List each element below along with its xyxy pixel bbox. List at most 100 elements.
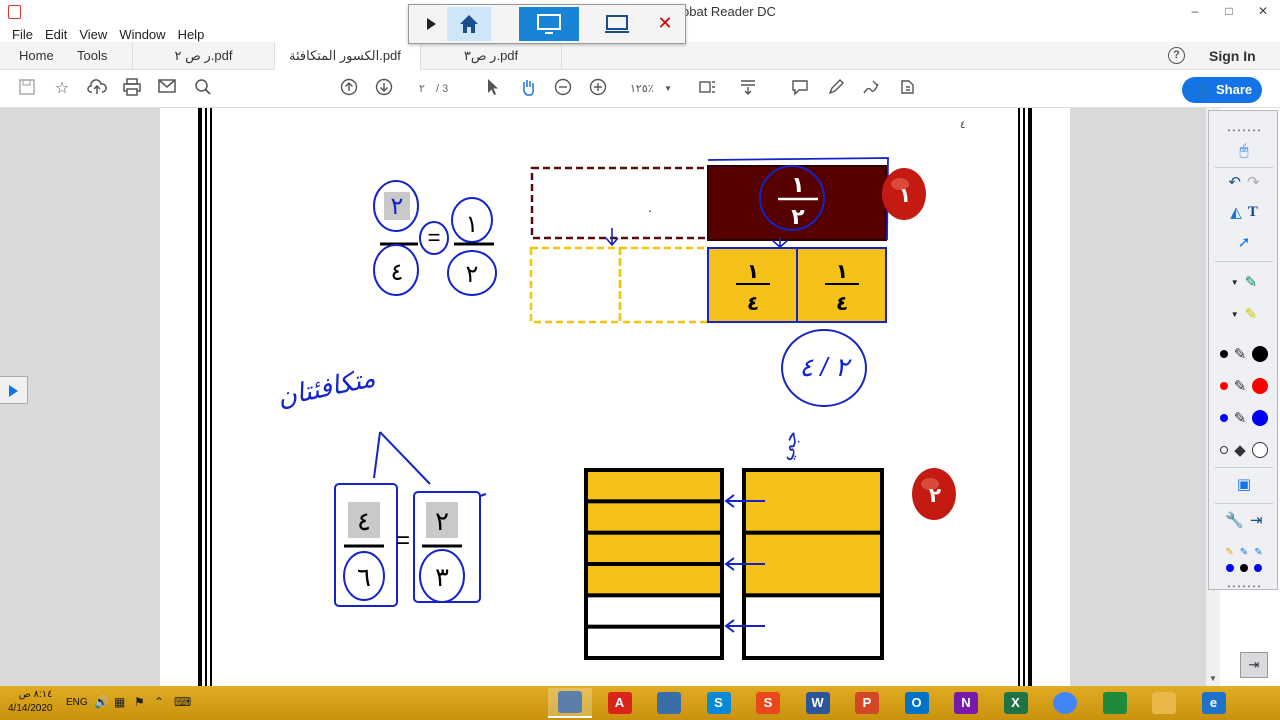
upload-cloud-icon[interactable] — [86, 78, 108, 100]
window-mode-icon[interactable] — [587, 7, 647, 41]
eraser-row[interactable]: ◆ — [1213, 437, 1275, 463]
page-canvas: ٤ ١ ٢ . ١ ٤ ١ ٤ ١ ٢ ٤ = ١ ٢ ٢ / ٤ متكافئ… — [198, 108, 1032, 686]
system-clock[interactable]: ٨:١٤ ص 4/14/2020 — [8, 688, 53, 716]
menu-help[interactable]: Help — [178, 27, 205, 42]
help-icon[interactable]: ? — [1168, 47, 1185, 64]
excel-taskbar-button[interactable]: X — [994, 688, 1038, 718]
window-controls: – □ ✕ — [1178, 0, 1280, 24]
expand-left-pane-icon[interactable] — [0, 376, 28, 404]
spreadsheet-icon — [1102, 692, 1127, 714]
problem-1: ١ ٢ . ١ ٤ ١ ٤ ١ ٢ ٤ = ١ ٢ ٢ / ٤ متكافئتا… — [274, 157, 926, 485]
outlook-taskbar-button[interactable]: O — [895, 688, 939, 718]
sign-in-link[interactable]: Sign In — [1209, 48, 1256, 64]
folder-taskbar-button[interactable] — [1142, 688, 1186, 718]
screen-capture-tool[interactable]: ▣ — [1213, 471, 1275, 497]
page-number-input[interactable]: ٢ — [408, 79, 436, 99]
tab-file-2[interactable]: الكسور المتكافئة.pdf ✕ — [274, 42, 420, 91]
scroll-mode-icon[interactable] — [737, 78, 759, 100]
wrench-icon[interactable]: 🔧 — [1225, 511, 1244, 529]
page-border-right — [1018, 108, 1032, 686]
language-indicator[interactable]: ENG — [66, 697, 88, 708]
menu-edit[interactable]: Edit — [45, 27, 67, 42]
redo-icon[interactable]: ↷ — [1247, 173, 1260, 191]
chevron-up-icon[interactable]: ⌃ — [154, 695, 164, 709]
empty-quarter-box-1 — [529, 246, 622, 324]
screen-mode-icon[interactable] — [519, 7, 579, 41]
scroll-down-icon[interactable]: ▼ — [1206, 672, 1220, 686]
maximize-button[interactable]: □ — [1212, 0, 1246, 24]
bookmark-star-icon[interactable]: ☆ — [51, 78, 73, 100]
mouse-cursor-tool[interactable]: 🖱 — [1213, 137, 1275, 163]
word-taskbar-button[interactable]: W — [796, 688, 840, 718]
next-page-icon[interactable] — [373, 78, 395, 100]
collapse-panel-icon[interactable]: ⇥ — [1240, 652, 1268, 678]
powerpoint-taskbar-button[interactable]: P — [845, 688, 889, 718]
tab-file-1[interactable]: ر ص ٢.pdf — [132, 42, 274, 70]
black-pen-row[interactable]: ✎ — [1213, 341, 1275, 367]
flag-icon[interactable]: ⚑ — [134, 695, 145, 709]
equation-2: ٤ ٦ = ٢ ٣ — [334, 483, 487, 607]
red-pen-row[interactable]: ✎ — [1213, 373, 1275, 399]
close-icon[interactable]: ✕ — [651, 7, 679, 41]
unshaded-part — [588, 628, 720, 656]
select-cursor-icon[interactable] — [482, 78, 504, 100]
tab-tools[interactable]: Tools — [77, 42, 107, 70]
onenote-taskbar-button[interactable]: N — [944, 688, 988, 718]
sign-icon[interactable] — [860, 78, 882, 100]
minimize-button[interactable]: – — [1178, 0, 1212, 24]
tab-home[interactable]: Home — [19, 42, 54, 70]
volume-icon[interactable]: 🔊 — [94, 695, 109, 709]
zoom-in-icon[interactable] — [587, 78, 609, 100]
app-window-taskbar-button[interactable] — [548, 688, 592, 718]
tab-file-3[interactable]: ر ص٣.pdf — [420, 42, 562, 70]
eq1-right-num: ٢ — [391, 193, 404, 220]
svg-text:=: = — [396, 527, 410, 554]
tab-file-1-label: ر ص ٢.pdf — [174, 48, 233, 63]
share-button[interactable]: 👤 Share — [1182, 77, 1262, 103]
menu-file[interactable]: File — [12, 27, 33, 42]
fit-page-icon[interactable] — [697, 78, 719, 100]
skype-icon: S — [706, 692, 731, 714]
palette-grip-bottom[interactable]: • • • • • • • — [1213, 573, 1275, 599]
pen-tool-row[interactable]: ▼ ✎ — [1213, 269, 1275, 295]
text-tool-icon[interactable]: T — [1248, 204, 1258, 221]
keyboard-icon[interactable]: ⌨ — [174, 695, 191, 709]
slides-taskbar-button[interactable]: S — [746, 688, 790, 718]
highlight-pen-icon[interactable] — [825, 78, 847, 100]
quarter-2-denominator: ٤ — [836, 293, 848, 315]
import-icon[interactable]: ⇥ — [1250, 511, 1263, 529]
blue-pen-row[interactable]: ✎ — [1213, 405, 1275, 431]
problem-2-number: ٢ — [929, 485, 941, 507]
save-icon[interactable] — [16, 78, 38, 100]
undo-icon[interactable]: ↶ — [1228, 173, 1241, 191]
zoom-level-select[interactable]: ١٢٥٪ ▼ — [622, 79, 676, 99]
acrobat-taskbar-button[interactable]: A — [598, 688, 642, 718]
tools-row: 🔧 ⇥ — [1213, 507, 1275, 533]
app-taskbar-button[interactable] — [647, 688, 691, 718]
eq2-right-den: ٦ — [357, 562, 371, 592]
home-icon[interactable] — [447, 7, 491, 41]
comment-icon[interactable] — [789, 78, 811, 100]
select-tool[interactable]: ➚ — [1213, 229, 1275, 255]
edge-taskbar-button[interactable]: e — [1192, 688, 1236, 718]
menu-window[interactable]: Window — [119, 27, 165, 42]
close-window-button[interactable]: ✕ — [1246, 0, 1280, 24]
email-icon[interactable] — [156, 78, 178, 100]
skype-taskbar-button[interactable]: S — [697, 688, 741, 718]
zoom-out-icon[interactable] — [552, 78, 574, 100]
clock-date: 4/14/2020 — [8, 703, 53, 714]
white-color-icon — [1251, 442, 1268, 458]
shapes-icon[interactable]: ◭ — [1230, 203, 1242, 221]
hand-tool-icon[interactable] — [517, 78, 539, 100]
stamp-tool-icon[interactable] — [896, 78, 918, 100]
previous-page-icon[interactable] — [338, 78, 360, 100]
print-icon[interactable] — [121, 78, 143, 100]
spreadsheet-taskbar-button[interactable] — [1093, 688, 1137, 718]
highlighter-tool-row[interactable]: ▼ ✎ — [1213, 301, 1275, 327]
chrome-taskbar-button[interactable] — [1043, 688, 1087, 718]
play-icon[interactable] — [419, 7, 443, 41]
search-icon[interactable] — [192, 78, 214, 100]
network-icon[interactable]: ▦ — [114, 695, 125, 709]
menu-view[interactable]: View — [79, 27, 107, 42]
half-denominator: ٢ — [791, 204, 805, 229]
